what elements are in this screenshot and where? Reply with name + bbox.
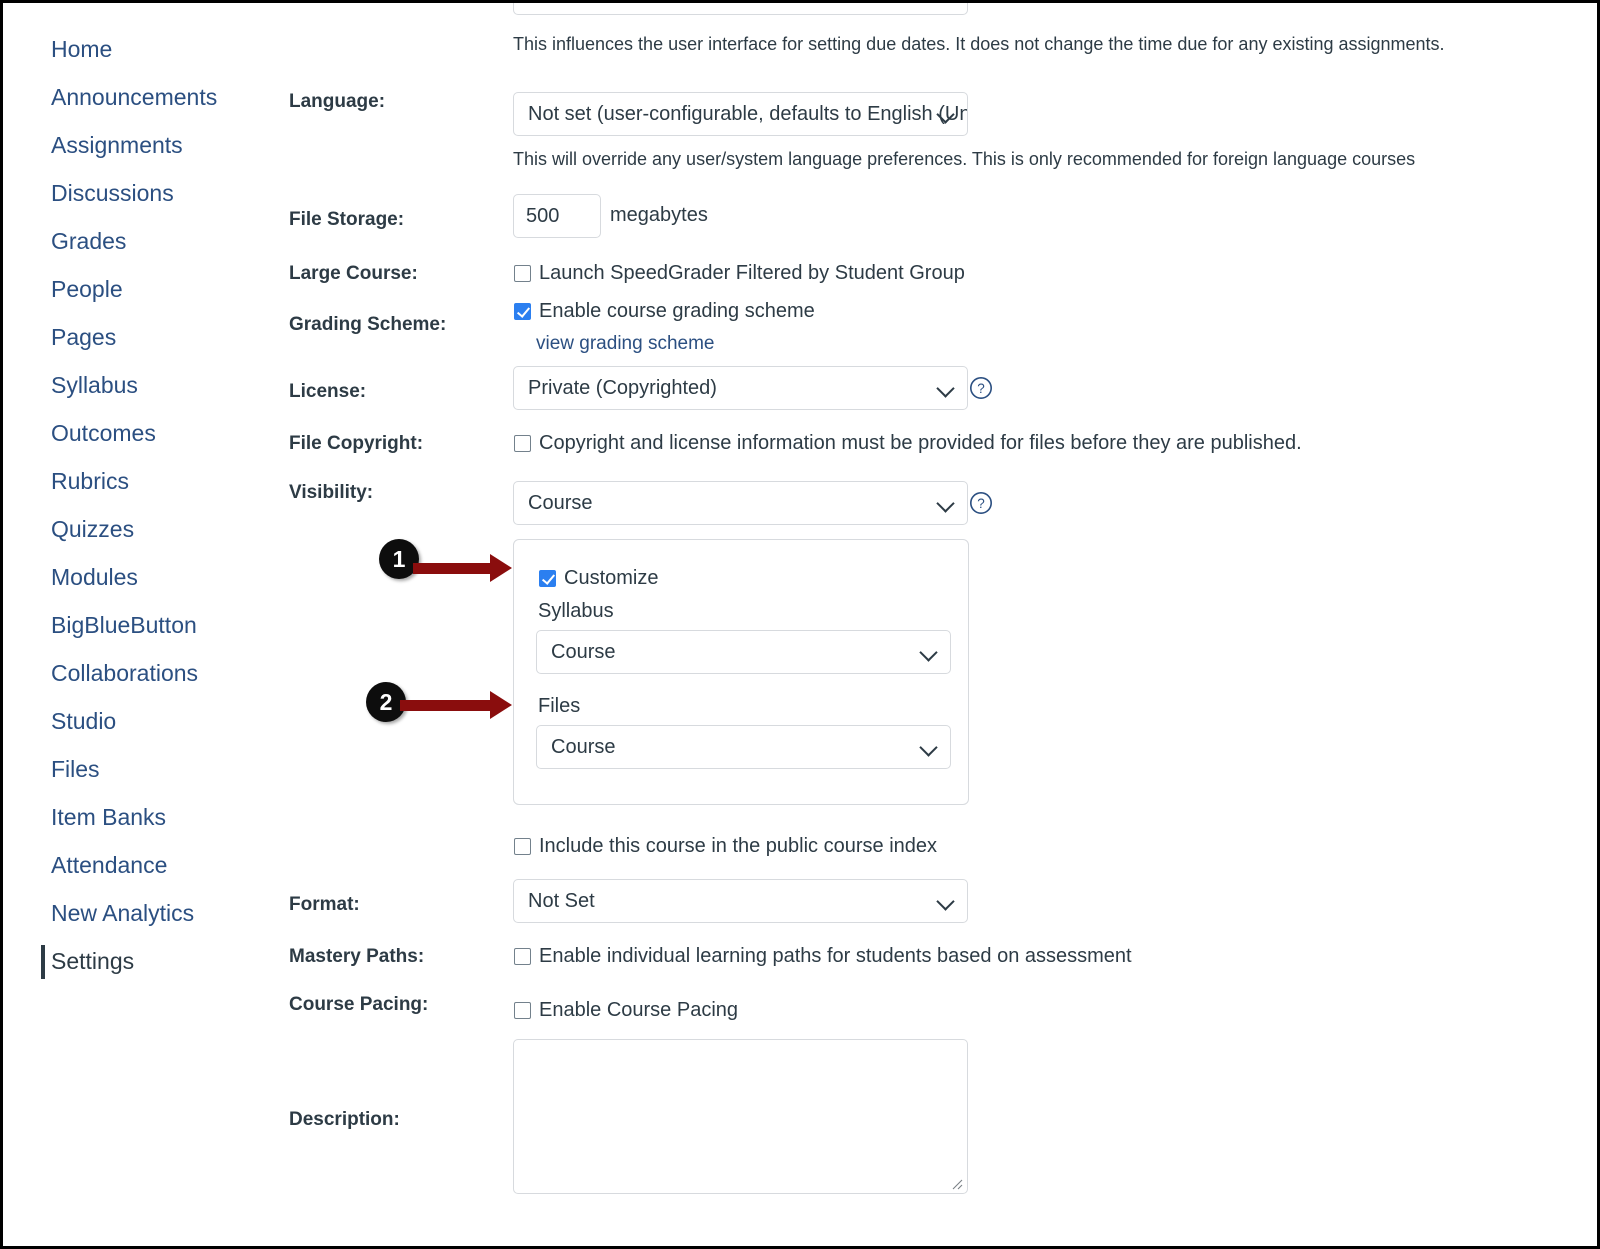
chevron-down-icon <box>921 739 937 755</box>
sidebar-item-settings[interactable]: Settings <box>3 937 283 985</box>
grading-scheme-checkbox[interactable] <box>514 303 531 320</box>
visibility-customize-panel: Customize Syllabus Course Files Course <box>513 539 969 805</box>
sidebar-item-people[interactable]: People <box>3 265 283 313</box>
course-pacing-checkbox-label: Enable Course Pacing <box>539 999 739 1021</box>
chevron-down-icon <box>938 380 954 396</box>
customize-checkbox[interactable] <box>539 570 556 587</box>
sidebar-item-collaborations[interactable]: Collaborations <box>3 649 283 697</box>
sidebar-item-studio[interactable]: Studio <box>3 697 283 745</box>
sidebar-item-modules[interactable]: Modules <box>3 553 283 601</box>
visibility-select[interactable]: Course <box>513 481 968 525</box>
sidebar-item-files[interactable]: Files <box>3 745 283 793</box>
sidebar-item-quizzes[interactable]: Quizzes <box>3 505 283 553</box>
license-label: License: <box>289 381 367 402</box>
sidebar-item-syllabus[interactable]: Syllabus <box>3 361 283 409</box>
time-zone-help-text: This influences the user interface for s… <box>513 34 1445 54</box>
sidebar-item-pages[interactable]: Pages <box>3 313 283 361</box>
visibility-help-question-circle-icon[interactable]: ? <box>969 491 993 515</box>
course-pacing-checkbox[interactable] <box>514 1002 531 1019</box>
sidebar-item-new-analytics[interactable]: New Analytics <box>3 889 283 937</box>
speedgrader-filter-checkbox-row[interactable]: Launch SpeedGrader Filtered by Student G… <box>514 262 965 285</box>
mastery-paths-label: Mastery Paths: <box>289 946 425 967</box>
format-select-value: Not Set <box>528 889 595 912</box>
mastery-paths-checkbox[interactable] <box>514 948 531 965</box>
license-help-question-circle-icon[interactable]: ? <box>969 376 993 400</box>
sidebar-item-home[interactable]: Home <box>3 25 283 73</box>
chevron-down-icon <box>938 495 954 511</box>
speedgrader-filter-checkbox[interactable] <box>514 265 531 282</box>
visibility-label: Visibility: <box>289 482 374 503</box>
public-course-index-checkbox[interactable] <box>514 838 531 855</box>
file-copyright-checkbox[interactable] <box>514 435 531 452</box>
sidebar-item-discussions[interactable]: Discussions <box>3 169 283 217</box>
customize-checkbox-row[interactable]: Customize <box>539 567 658 590</box>
language-select-value: Not set (user-configurable, defaults to … <box>528 102 968 125</box>
resize-handle-icon[interactable] <box>949 1176 963 1190</box>
public-course-index-checkbox-row[interactable]: Include this course in the public course… <box>514 835 937 858</box>
file-storage-unit: megabytes <box>610 204 708 226</box>
sidebar-item-assignments[interactable]: Assignments <box>3 121 283 169</box>
course-settings-form: This influences the user interface for s… <box>283 3 1597 1246</box>
course-navigation-sidebar: Home Announcements Assignments Discussio… <box>3 3 283 1246</box>
annotation-2-arrow-head <box>490 691 512 719</box>
svg-text:?: ? <box>977 381 985 396</box>
license-select[interactable]: Private (Copyrighted) <box>513 366 968 410</box>
large-course-label: Large Course: <box>289 263 418 284</box>
chevron-down-icon <box>921 644 937 660</box>
files-visibility-select[interactable]: Course <box>536 725 951 769</box>
language-help-text: This will override any user/system langu… <box>513 149 1416 169</box>
license-select-value: Private (Copyrighted) <box>528 376 717 399</box>
syllabus-visibility-value: Course <box>551 640 616 663</box>
sidebar-item-attendance[interactable]: Attendance <box>3 841 283 889</box>
screenshot-frame: Home Announcements Assignments Discussio… <box>0 0 1600 1249</box>
files-visibility-label: Files <box>538 695 581 717</box>
mastery-paths-checkbox-row[interactable]: Enable individual learning paths for stu… <box>514 945 1132 968</box>
svg-text:?: ? <box>977 496 985 511</box>
speedgrader-filter-label: Launch SpeedGrader Filtered by Student G… <box>539 262 965 284</box>
files-visibility-value: Course <box>551 735 616 758</box>
sidebar-item-bigbluebutton[interactable]: BigBlueButton <box>3 601 283 649</box>
syllabus-visibility-label: Syllabus <box>538 600 614 622</box>
file-copyright-checkbox-row[interactable]: Copyright and license information must b… <box>514 432 1302 455</box>
view-grading-scheme-link[interactable]: view grading scheme <box>536 333 714 355</box>
file-storage-input[interactable]: 500 <box>513 194 601 238</box>
time-zone-select-partial[interactable] <box>513 3 968 15</box>
grading-scheme-label: Grading Scheme: <box>289 314 447 335</box>
language-label: Language: <box>289 91 386 112</box>
file-copyright-label: File Copyright: <box>289 433 424 454</box>
sidebar-item-rubrics[interactable]: Rubrics <box>3 457 283 505</box>
chevron-down-icon <box>938 893 954 909</box>
format-select[interactable]: Not Set <box>513 879 968 923</box>
annotation-2-arrow-shaft <box>400 700 491 711</box>
sidebar-item-item-banks[interactable]: Item Banks <box>3 793 283 841</box>
description-label: Description: <box>289 1109 400 1130</box>
visibility-select-value: Course <box>528 491 593 514</box>
grading-scheme-checkbox-row[interactable]: Enable course grading scheme <box>514 300 815 323</box>
course-pacing-label: Course Pacing: <box>289 994 429 1015</box>
annotation-1-arrow-head <box>490 554 512 582</box>
file-storage-value: 500 <box>526 204 560 227</box>
file-storage-label: File Storage: <box>289 209 405 230</box>
mastery-paths-checkbox-label: Enable individual learning paths for stu… <box>539 945 1132 967</box>
language-select[interactable]: Not set (user-configurable, defaults to … <box>513 92 968 136</box>
format-label: Format: <box>289 894 360 915</box>
description-textarea[interactable] <box>513 1039 968 1194</box>
sidebar-item-announcements[interactable]: Announcements <box>3 73 283 121</box>
sidebar-item-outcomes[interactable]: Outcomes <box>3 409 283 457</box>
annotation-1-arrow-shaft <box>413 563 491 574</box>
grading-scheme-checkbox-label: Enable course grading scheme <box>539 300 815 322</box>
syllabus-visibility-select[interactable]: Course <box>536 630 951 674</box>
file-copyright-checkbox-label: Copyright and license information must b… <box>539 432 1302 454</box>
public-course-index-label: Include this course in the public course… <box>539 835 938 857</box>
customize-checkbox-label: Customize <box>564 567 659 589</box>
sidebar-item-grades[interactable]: Grades <box>3 217 283 265</box>
course-pacing-checkbox-row[interactable]: Enable Course Pacing <box>514 999 738 1022</box>
